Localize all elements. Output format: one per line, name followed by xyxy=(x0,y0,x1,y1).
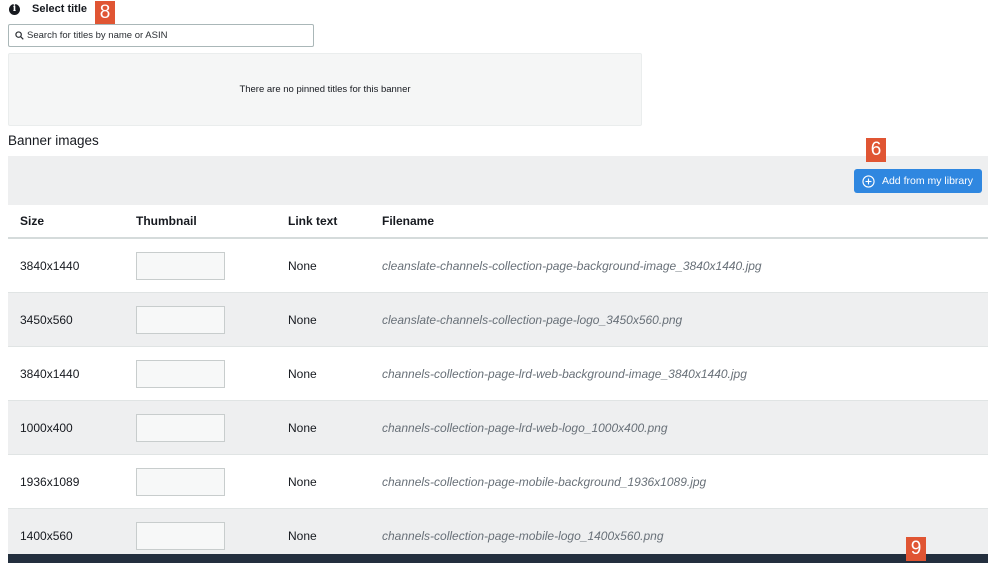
table-row[interactable]: 3840x1440 None channels-collection-page-… xyxy=(8,346,988,401)
cell-size: 1936x1089 xyxy=(8,454,124,509)
thumbnail-image[interactable] xyxy=(136,305,225,334)
pinned-empty-message: There are no pinned titles for this bann… xyxy=(239,84,411,95)
annotation-badge-8: 8 xyxy=(95,1,115,25)
cell-filename: cleanslate-channels-collection-page-back… xyxy=(370,238,988,293)
thumbnail-image[interactable] xyxy=(136,413,225,442)
column-header-link-text[interactable]: Link text xyxy=(276,205,370,239)
search-input[interactable] xyxy=(27,26,307,45)
add-from-library-button[interactable]: Add from my library xyxy=(853,169,982,193)
title-search-field[interactable] xyxy=(8,24,314,47)
column-header-filename[interactable]: Filename xyxy=(370,205,988,239)
cell-link-text: None xyxy=(276,400,370,455)
info-icon: i xyxy=(9,4,20,15)
thumbnail-image[interactable] xyxy=(136,521,225,550)
cell-thumbnail xyxy=(124,400,276,455)
cell-filename: channels-collection-page-lrd-web-backgro… xyxy=(370,346,988,401)
banner-images-table: Size Thumbnail Link text Filename 3840x1… xyxy=(8,205,988,563)
cell-size: 3450x560 xyxy=(8,292,124,347)
table-header-row: Size Thumbnail Link text Filename xyxy=(8,205,988,239)
column-header-thumbnail[interactable]: Thumbnail xyxy=(124,205,276,239)
cell-link-text: None xyxy=(276,346,370,401)
plus-circle-icon xyxy=(862,174,875,188)
annotation-badge-6: 6 xyxy=(866,138,886,162)
cell-link-text: None xyxy=(276,292,370,347)
search-icon xyxy=(15,31,24,40)
table-row[interactable]: 3840x1440 None cleanslate-channels-colle… xyxy=(8,238,988,293)
cell-thumbnail xyxy=(124,454,276,509)
banner-images-heading: Banner images xyxy=(8,133,99,148)
cell-filename: channels-collection-page-lrd-web-logo_10… xyxy=(370,400,988,455)
cell-size: 1000x400 xyxy=(8,400,124,455)
cell-link-text: None xyxy=(276,454,370,509)
pinned-titles-panel: There are no pinned titles for this bann… xyxy=(8,53,642,126)
thumbnail-image[interactable] xyxy=(136,251,225,280)
table-row[interactable]: 3450x560 None cleanslate-channels-collec… xyxy=(8,292,988,347)
banner-images-toolbar: Add from my library xyxy=(8,156,988,205)
thumbnail-image[interactable] xyxy=(136,467,225,496)
cell-thumbnail xyxy=(124,238,276,293)
table-row[interactable]: 1000x400 None channels-collection-page-l… xyxy=(8,400,988,455)
bottom-action-bar xyxy=(8,554,988,563)
column-header-size[interactable]: Size xyxy=(8,205,124,239)
select-title-label: Select title xyxy=(32,3,88,15)
cell-size: 3840x1440 xyxy=(8,346,124,401)
cell-thumbnail xyxy=(124,346,276,401)
cell-filename: cleanslate-channels-collection-page-logo… xyxy=(370,292,988,347)
cell-link-text: None xyxy=(276,238,370,293)
cell-size: 3840x1440 xyxy=(8,238,124,293)
thumbnail-image[interactable] xyxy=(136,359,225,388)
cell-thumbnail xyxy=(124,292,276,347)
table-row[interactable]: 1936x1089 None channels-collection-page-… xyxy=(8,454,988,509)
annotation-badge-9: 9 xyxy=(906,537,926,561)
add-from-library-label: Add from my library xyxy=(881,175,973,187)
cell-filename: channels-collection-page-mobile-backgrou… xyxy=(370,454,988,509)
